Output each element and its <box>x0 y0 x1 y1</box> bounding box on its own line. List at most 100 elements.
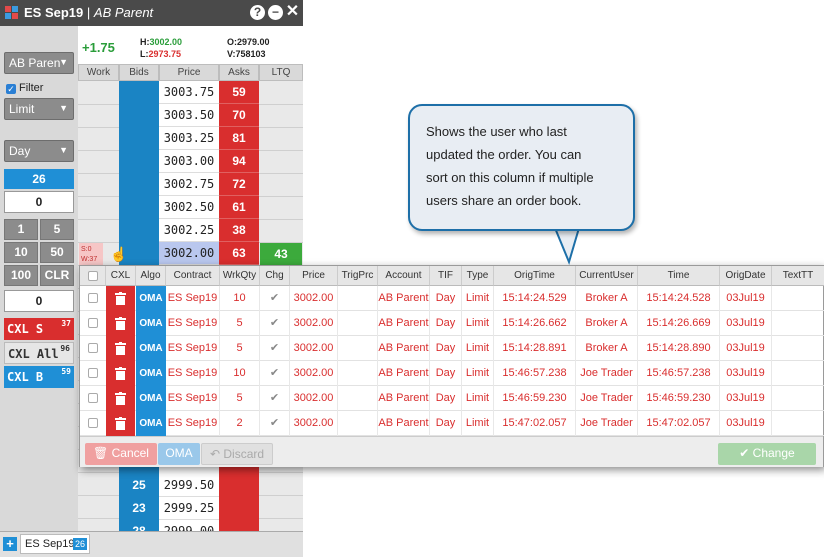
ask-qty-cell[interactable]: 59 <box>219 81 259 104</box>
working-orders-marker[interactable]: S:0 W:37 <box>79 243 103 266</box>
cell-price: 3002.00 <box>290 386 338 411</box>
market-stats: +1.75 H:3002.00 L:2973.75 O:2979.00 V:75… <box>78 26 303 64</box>
order-row[interactable]: OMA ES Sep19 10 ✔ 3002.00 AB Parent Day Limit 15… <box>80 361 824 386</box>
algo-oma-badge[interactable]: OMA <box>136 361 166 386</box>
ask-qty-cell[interactable]: 81 <box>219 127 259 150</box>
cell-contract: ES Sep19 <box>166 386 220 411</box>
ladder-gridline <box>259 196 303 197</box>
row-checkbox[interactable] <box>88 318 98 328</box>
qty-button-10[interactable]: 10 <box>4 242 38 263</box>
bid-qty-cell[interactable]: 25 <box>119 474 159 497</box>
order-row[interactable]: OMA ES Sep19 2 ✔ 3002.00 AB Parent Day Limit 15:… <box>80 411 824 436</box>
ask-qty-cell[interactable]: 94 <box>219 150 259 173</box>
cancel-sells-button[interactable]: CXL S 37 <box>4 318 74 340</box>
qty-button-5[interactable]: 5 <box>40 219 74 240</box>
high-label: H: <box>140 37 150 47</box>
chevron-down-icon: ▼ <box>59 103 68 113</box>
open-value: 2979.00 <box>237 37 270 47</box>
qty-input[interactable]: 0 <box>4 191 74 213</box>
header-algo[interactable]: Algo <box>136 266 166 286</box>
minimize-icon[interactable]: − <box>268 5 283 20</box>
order-row[interactable]: OMA ES Sep19 5 ✔ 3002.00 AB Parent Day Limit 15:… <box>80 336 824 361</box>
algo-oma-badge[interactable]: OMA <box>136 336 166 361</box>
qty-input-secondary[interactable]: 0 <box>4 290 74 312</box>
algo-oma-badge[interactable]: OMA <box>136 411 166 436</box>
ask-qty-cell[interactable]: 63 <box>219 242 259 265</box>
cancel-row-button[interactable] <box>106 411 135 436</box>
qty-button-1[interactable]: 1 <box>4 219 38 240</box>
cancel-row-button[interactable] <box>106 311 135 336</box>
qty-button-100[interactable]: 100 <box>4 265 38 286</box>
cancel-all-button[interactable]: CXL All 96 <box>4 342 74 364</box>
column-header-work[interactable]: Work <box>78 64 119 81</box>
select-all-header[interactable] <box>80 266 106 286</box>
header-type[interactable]: Type <box>462 266 494 286</box>
header-origdate[interactable]: OrigDate <box>720 266 772 286</box>
tab-es-sep19[interactable]: ES Sep19 26 <box>20 534 90 554</box>
check-icon: ✓ <box>6 84 16 94</box>
oma-button[interactable]: OMA <box>158 443 200 465</box>
order-type-select[interactable]: Limit ▼ <box>4 98 74 120</box>
row-checkbox[interactable] <box>88 418 98 428</box>
filter-checkbox[interactable]: ✓ Filter <box>6 82 43 94</box>
account-select[interactable]: AB Paren ▼ <box>4 52 74 74</box>
discard-button[interactable]: ↶ Discard <box>201 443 273 465</box>
algo-oma-badge[interactable]: OMA <box>136 286 166 311</box>
callout-pointer <box>555 226 581 266</box>
row-checkbox[interactable] <box>88 368 98 378</box>
qty-button-50[interactable]: 50 <box>40 242 74 263</box>
order-row[interactable]: OMA ES Sep19 10 ✔ 3002.00 AB Parent Day Limit 15… <box>80 286 824 311</box>
cancel-row-button[interactable] <box>106 386 135 411</box>
column-header-price[interactable]: Price <box>159 64 219 81</box>
qty-clear-button[interactable]: CLR <box>40 265 74 286</box>
header-account[interactable]: Account <box>378 266 430 286</box>
column-header-bids[interactable]: Bids <box>119 64 159 81</box>
ladder-gridline <box>78 196 119 197</box>
ask-qty-cell[interactable]: 70 <box>219 104 259 127</box>
ask-qty-cell[interactable]: 72 <box>219 173 259 196</box>
select-all-checkbox[interactable] <box>88 271 98 281</box>
cancel-buys-label: CXL B <box>7 370 44 384</box>
ask-qty-cell[interactable]: 61 <box>219 196 259 219</box>
cancel-row-button[interactable] <box>106 361 135 386</box>
bid-qty-cell[interactable]: 23 <box>119 497 159 520</box>
header-wrkqty[interactable]: WrkQty <box>220 266 260 286</box>
row-checkbox[interactable] <box>88 293 98 303</box>
add-tab-icon[interactable]: + <box>3 537 17 551</box>
cell-texttt <box>772 411 824 436</box>
change-order-button[interactable]: ✔ Change <box>718 443 816 465</box>
row-checkbox[interactable] <box>88 393 98 403</box>
header-chg[interactable]: Chg <box>260 266 290 286</box>
tab-bar: + ES Sep19 26 <box>0 531 303 557</box>
algo-oma-badge[interactable]: OMA <box>136 311 166 336</box>
column-header-ltq[interactable]: LTQ <box>259 64 303 81</box>
header-currentuser[interactable]: CurrentUser <box>576 266 638 286</box>
ask-qty-cell[interactable]: 38 <box>219 219 259 242</box>
order-row[interactable]: OMA ES Sep19 5 ✔ 3002.00 AB Parent Day Limit 15:… <box>80 311 824 336</box>
cell-wrkqty: 5 <box>220 336 260 361</box>
header-time[interactable]: Time <box>638 266 720 286</box>
header-texttt[interactable]: TextTT <box>772 266 824 286</box>
ladder-gridline <box>259 127 303 128</box>
header-tif[interactable]: TIF <box>430 266 462 286</box>
header-trigprc[interactable]: TrigPrc <box>338 266 378 286</box>
price-cell: 3003.75 <box>159 81 219 104</box>
help-icon[interactable]: ? <box>250 5 265 20</box>
cancel-row-button[interactable] <box>106 336 135 361</box>
header-contract[interactable]: Contract <box>166 266 220 286</box>
cancel-buys-button[interactable]: CXL B 59 <box>4 366 74 388</box>
order-entry-panel: AB Paren ▼ ✓ Filter Limit ▼ Day ▼ 26 0 1 … <box>0 26 78 531</box>
cancel-all-label: CXL All <box>8 347 59 361</box>
column-header-asks[interactable]: Asks <box>219 64 259 81</box>
tif-select[interactable]: Day ▼ <box>4 140 74 162</box>
cancel-row-button[interactable] <box>106 286 135 311</box>
order-row[interactable]: OMA ES Sep19 5 ✔ 3002.00 AB Parent Day Limit 15:… <box>80 386 824 411</box>
algo-oma-badge[interactable]: OMA <box>136 386 166 411</box>
row-checkbox[interactable] <box>88 343 98 353</box>
header-cxl[interactable]: CXL <box>106 266 136 286</box>
close-icon[interactable]: ✕ <box>285 4 300 20</box>
price-cell: 3002.25 <box>159 219 219 242</box>
header-price[interactable]: Price <box>290 266 338 286</box>
header-origtime[interactable]: OrigTime <box>494 266 576 286</box>
cancel-order-button[interactable]: 🗑 Cancel <box>85 443 157 465</box>
